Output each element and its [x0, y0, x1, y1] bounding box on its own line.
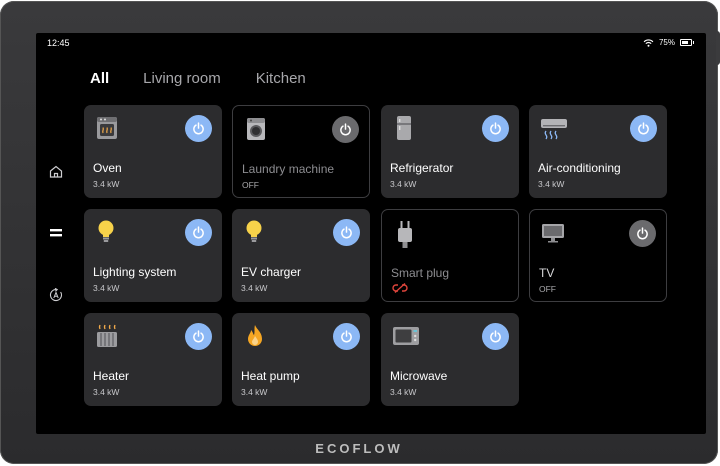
power-button[interactable] — [482, 115, 509, 142]
device-card-oven[interactable]: Oven 3.4 kW — [84, 105, 222, 198]
screen: 12:45 75% All Living room Kitchen Oven 3… — [36, 33, 706, 434]
device-card-smart-plug[interactable]: Smart plug — [381, 209, 519, 302]
device-card-lighting-system[interactable]: Lighting system 3.4 kW — [84, 209, 222, 302]
status-time: 12:45 — [47, 38, 70, 48]
device-name: Refrigerator — [390, 161, 454, 175]
device-power: 3.4 kW — [241, 387, 268, 397]
smart-plug-icon — [398, 221, 412, 248]
device-name: Air-conditioning — [538, 161, 621, 175]
side-button[interactable] — [716, 31, 720, 65]
device-power: 3.4 kW — [93, 179, 120, 189]
device-power: OFF — [539, 284, 556, 294]
device-power: 3.4 kW — [241, 283, 268, 293]
device-card-heater[interactable]: Heater 3.4 kW — [84, 313, 222, 406]
microwave-icon — [393, 327, 419, 345]
power-button[interactable] — [185, 115, 212, 142]
status-bar-right: 75% — [643, 38, 694, 47]
device-name: Heater — [93, 369, 130, 383]
brand-logo: ECOFLOW — [315, 441, 403, 456]
device-card-microwave[interactable]: Microwave 3.4 kW — [381, 313, 519, 406]
tv-icon — [542, 224, 564, 243]
device-power: OFF — [242, 180, 259, 190]
device-name: TV — [539, 266, 555, 280]
flame-icon — [248, 325, 262, 346]
device-card-ev-charger[interactable]: EV charger 3.4 kW — [232, 209, 370, 302]
device-name: Laundry machine — [242, 162, 335, 176]
device-name: EV charger — [241, 265, 302, 279]
device-card-laundry-machine[interactable]: Laundry machine OFF — [232, 105, 370, 198]
washing-machine-icon — [247, 118, 265, 140]
device-name: Smart plug — [391, 266, 450, 280]
device-name: Microwave — [390, 369, 448, 383]
power-button[interactable] — [629, 220, 656, 247]
automation-icon[interactable] — [47, 286, 65, 304]
wifi-icon — [643, 38, 654, 47]
light-bulb-icon — [246, 220, 262, 242]
tab-kitchen[interactable]: Kitchen — [256, 70, 306, 87]
tablet-frame: 12:45 75% All Living room Kitchen Oven 3… — [0, 1, 720, 464]
power-button[interactable] — [482, 323, 509, 350]
power-button[interactable] — [185, 219, 212, 246]
disconnected-link-icon — [392, 283, 408, 293]
heater-icon — [97, 324, 117, 347]
power-button[interactable] — [332, 116, 359, 143]
room-tabs: All Living room Kitchen — [90, 70, 340, 87]
device-name: Lighting system — [93, 265, 177, 279]
device-card-air-conditioning[interactable]: Air-conditioning 3.4 kW — [529, 105, 667, 198]
power-button[interactable] — [333, 323, 360, 350]
device-power: 3.4 kW — [390, 387, 417, 397]
refrigerator-icon — [397, 116, 411, 140]
home-icon[interactable] — [47, 162, 65, 180]
device-card-refrigerator[interactable]: Refrigerator 3.4 kW — [381, 105, 519, 198]
oven-icon — [97, 117, 117, 139]
device-name: Oven — [93, 161, 122, 175]
battery-icon — [680, 39, 694, 46]
device-power: 3.4 kW — [538, 179, 565, 189]
device-power: 3.4 kW — [390, 179, 417, 189]
power-button[interactable] — [630, 115, 657, 142]
menu-icon[interactable] — [47, 224, 65, 242]
air-conditioner-icon — [541, 119, 567, 140]
light-bulb-icon — [98, 220, 114, 242]
power-button[interactable] — [333, 219, 360, 246]
tab-all[interactable]: All — [90, 70, 109, 87]
device-name: Heat pump — [241, 369, 300, 383]
power-button[interactable] — [185, 323, 212, 350]
device-power: 3.4 kW — [93, 283, 120, 293]
device-card-heat-pump[interactable]: Heat pump 3.4 kW — [232, 313, 370, 406]
tab-living-room[interactable]: Living room — [143, 70, 221, 87]
battery-percent: 75% — [658, 38, 675, 47]
device-power: 3.4 kW — [93, 387, 120, 397]
device-card-tv[interactable]: TV OFF — [529, 209, 667, 302]
